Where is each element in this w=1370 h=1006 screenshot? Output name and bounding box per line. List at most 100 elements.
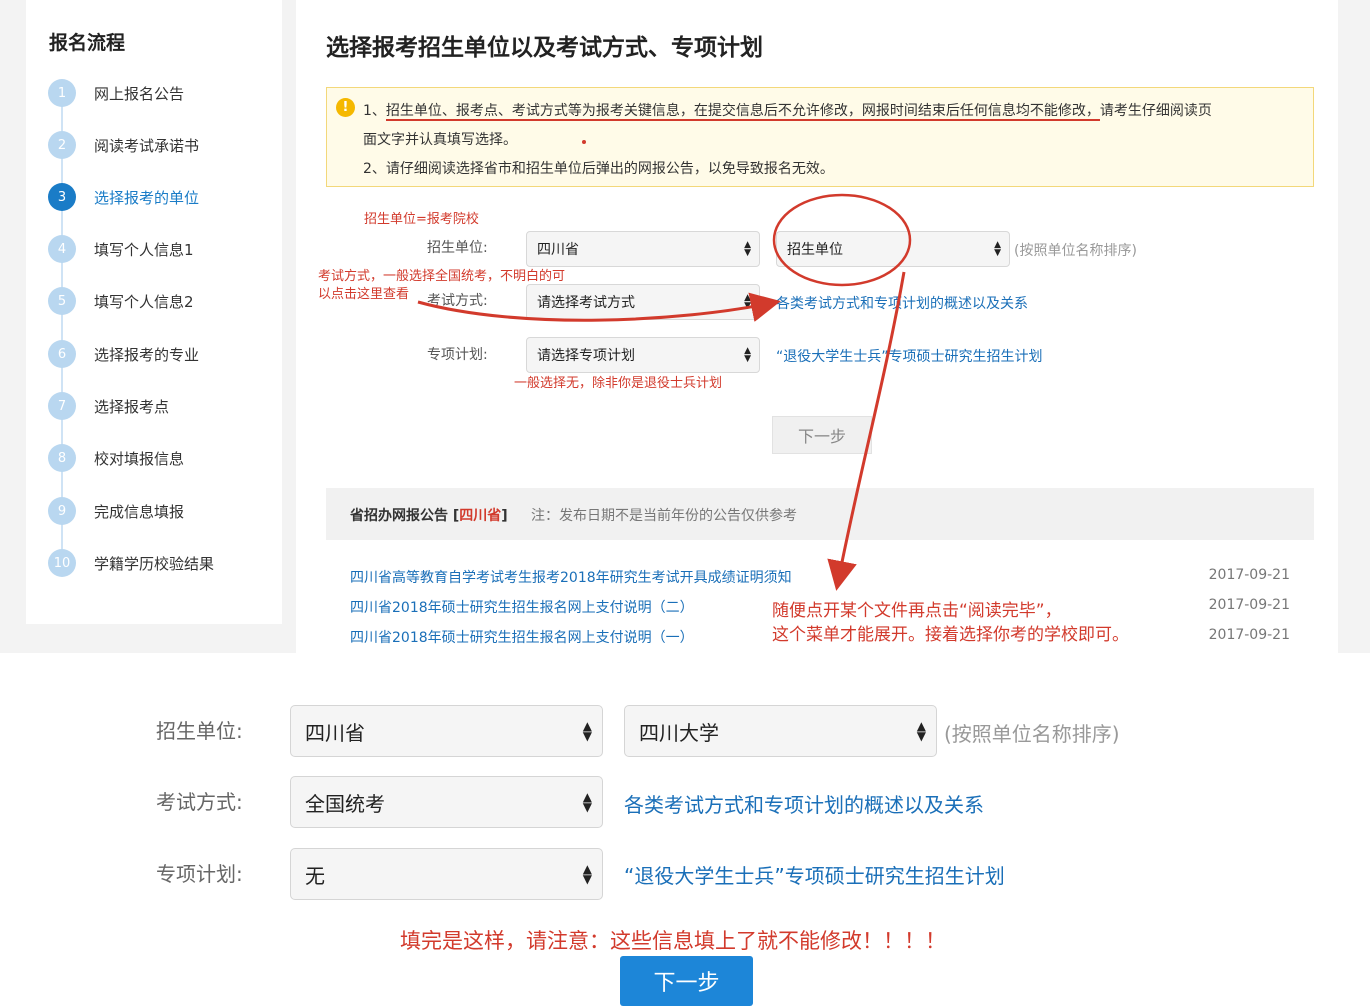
announcement-title-prefix: 省招办网报公告 [ — [350, 508, 460, 524]
province-select[interactable]: 四川省 ▲ ▼ — [526, 231, 760, 267]
step-label: 填写个人信息1 — [94, 240, 194, 259]
notice-suffix: 请考生仔细阅读页 — [1099, 103, 1212, 119]
step-label: 网上报名公告 — [94, 84, 185, 103]
select-arrows-icon: ▲ ▼ — [994, 240, 1001, 258]
exam-select[interactable]: 请选择考试方式 ▲ ▼ — [526, 284, 760, 320]
notice-prefix: 1、 — [363, 103, 386, 119]
page-title: 选择报考招生单位以及考试方式、专项计划 — [326, 35, 763, 61]
exam-label: 考试方式: — [156, 790, 243, 814]
announcement-title: 省招办网报公告 [四川省] — [350, 505, 508, 525]
notice-line-2: 2、请仔细阅读选择省市和招生单位后弹出的网报公告，以免导致报名无效。 — [363, 161, 834, 177]
notice-key-info: 招生单位、报考点、考试方式等为报考关键信息，在提交信息后不允许修改，网报时间结束… — [385, 103, 1100, 121]
step-7[interactable]: 7 选择报考点 — [48, 391, 169, 421]
select-arrows-icon: ▲ ▼ — [582, 790, 592, 814]
step-label: 选择报考的单位 — [94, 188, 200, 207]
announcement-province: 四川省 — [459, 508, 502, 524]
announcement-date: 2017-09-21 — [1208, 597, 1290, 613]
select-arrows-icon: ▲ ▼ — [744, 346, 751, 364]
unit-hint: (按照单位名称排序) — [1014, 243, 1137, 259]
step-label: 阅读考试承诺书 — [94, 136, 200, 155]
announcement-link[interactable]: 四川省2018年硕士研究生招生报名网上支付说明（一） — [350, 627, 694, 647]
announcement-header: 省招办网报公告 [四川省] 注：发布日期不是当前年份的公告仅供参考 — [326, 488, 1314, 540]
select-arrows-icon: ▲ ▼ — [744, 240, 751, 258]
unit-value: 招生单位 — [787, 242, 843, 258]
unit-value: 四川大学 — [639, 720, 719, 745]
exam-value: 全国统考 — [305, 791, 385, 816]
step-label: 选择报考的专业 — [94, 345, 200, 364]
step-number: 10 — [48, 549, 76, 577]
announcement-note: 注：发布日期不是当前年份的公告仅供参考 — [531, 508, 797, 524]
notice-line-1-cont: 面文字并认真填写选择。 — [363, 132, 517, 148]
plan-info-link[interactable]: “退役大学生士兵”专项硕士研究生招生计划 — [776, 346, 1043, 366]
screenshot-top: 报名流程 1 网上报名公告 2 阅读考试承诺书 3 选择报考的单位 4 填写个人… — [0, 0, 1370, 653]
step-3[interactable]: 3 选择报考的单位 — [48, 182, 199, 212]
announcement-link[interactable]: 四川省2018年硕士研究生招生报名网上支付说明（二） — [350, 597, 694, 617]
announcement-title-suffix: ] — [501, 508, 508, 524]
warning-icon: ! — [336, 98, 355, 117]
step-8[interactable]: 8 校对填报信息 — [48, 443, 184, 473]
province-value: 四川省 — [537, 242, 579, 258]
steps-connector — [61, 92, 63, 562]
step-2[interactable]: 2 阅读考试承诺书 — [48, 130, 199, 160]
step-number: 7 — [48, 392, 76, 420]
province-select[interactable]: 四川省 ▲ ▼ — [290, 705, 603, 757]
step-number: 2 — [48, 131, 76, 159]
plan-select[interactable]: 无 ▲ ▼ — [290, 848, 603, 900]
notice-line-1: 1、招生单位、报考点、考试方式等为报考关键信息，在提交信息后不允许修改，网报时间… — [363, 100, 1212, 121]
exam-select[interactable]: 全国统考 ▲ ▼ — [290, 776, 603, 828]
sidebar-title: 报名流程 — [49, 32, 126, 54]
exam-info-link[interactable]: 各类考试方式和专项计划的概述以及关系 — [624, 789, 984, 818]
step-label: 填写个人信息2 — [94, 292, 194, 311]
annotation-plan: 一般选择无，除非你是退役士兵计划 — [514, 376, 723, 391]
step-1[interactable]: 1 网上报名公告 — [48, 78, 184, 108]
step-label: 完成信息填报 — [94, 502, 185, 521]
annotation-file-1: 随便点开某个文件再点击“阅读完毕”， — [772, 601, 1062, 621]
announcement-date: 2017-09-21 — [1208, 567, 1290, 583]
sidebar: 报名流程 1 网上报名公告 2 阅读考试承诺书 3 选择报考的单位 4 填写个人… — [26, 0, 282, 624]
exam-label: 考试方式: — [427, 293, 488, 309]
step-10[interactable]: 10 学籍学历校验结果 — [48, 548, 214, 578]
unit-label: 招生单位: — [427, 240, 488, 256]
unit-select[interactable]: 四川大学 ▲ ▼ — [624, 705, 937, 757]
main-panel: 选择报考招生单位以及考试方式、专项计划 ! 1、招生单位、报考点、考试方式等为报… — [296, 0, 1338, 653]
step-9[interactable]: 9 完成信息填报 — [48, 496, 184, 526]
plan-label: 专项计划: — [156, 862, 243, 886]
plan-value: 无 — [305, 863, 325, 888]
unit-hint: (按照单位名称排序) — [944, 722, 1120, 746]
step-label: 校对填报信息 — [94, 449, 185, 468]
announcement-date: 2017-09-21 — [1208, 627, 1290, 643]
exam-value: 请选择考试方式 — [537, 295, 635, 311]
select-arrows-icon: ▲ ▼ — [582, 719, 592, 743]
notice-box: ! 1、招生单位、报考点、考试方式等为报考关键信息，在提交信息后不允许修改，网报… — [326, 87, 1314, 187]
step-label: 选择报考点 — [94, 397, 170, 416]
step-4[interactable]: 4 填写个人信息1 — [48, 234, 194, 264]
step-number: 4 — [48, 235, 76, 263]
step-number: 1 — [48, 79, 76, 107]
select-arrows-icon: ▲ ▼ — [582, 862, 592, 886]
step-number: 8 — [48, 444, 76, 472]
unit-select[interactable]: 招生单位 ▲ ▼ — [776, 231, 1010, 267]
unit-label: 招生单位: — [156, 719, 243, 743]
select-arrows-icon: ▲ ▼ — [916, 719, 926, 743]
announcement-link[interactable]: 四川省高等教育自学考试考生报考2018年研究生考试开具成绩证明须知 — [350, 567, 792, 587]
step-6[interactable]: 6 选择报考的专业 — [48, 339, 199, 369]
plan-label: 专项计划: — [427, 347, 488, 363]
step-5[interactable]: 5 填写个人信息2 — [48, 286, 194, 316]
step-number: 5 — [48, 287, 76, 315]
select-arrows-icon: ▲ ▼ — [744, 293, 751, 311]
warning-annotation: 填完是这样，请注意：这些信息填上了就不能修改！！！！ — [400, 929, 946, 953]
announcement-panel: 省招办网报公告 [四川省] 注：发布日期不是当前年份的公告仅供参考 四川省高等教… — [326, 488, 1314, 653]
province-value: 四川省 — [305, 720, 365, 745]
step-label: 学籍学历校验结果 — [94, 554, 215, 573]
exam-info-link[interactable]: 各类考试方式和专项计划的概述以及关系 — [776, 293, 1028, 313]
plan-info-link[interactable]: “退役大学生士兵”专项硕士研究生招生计划 — [624, 860, 1005, 889]
next-button-disabled[interactable]: 下一步 — [772, 416, 872, 454]
step-number: 3 — [48, 183, 76, 211]
next-button[interactable]: 下一步 — [620, 956, 753, 1006]
screenshot-bottom: 招生单位: 四川省 ▲ ▼ 四川大学 ▲ ▼ (按照单位名称排序) 考试方式: 全国… — [0, 653, 1370, 1006]
annotation-exam-2: 以点击这里查看 — [318, 287, 410, 302]
step-number: 9 — [48, 497, 76, 525]
step-number: 6 — [48, 340, 76, 368]
plan-select[interactable]: 请选择专项计划 ▲ ▼ — [526, 337, 760, 373]
plan-value: 请选择专项计划 — [537, 348, 635, 364]
